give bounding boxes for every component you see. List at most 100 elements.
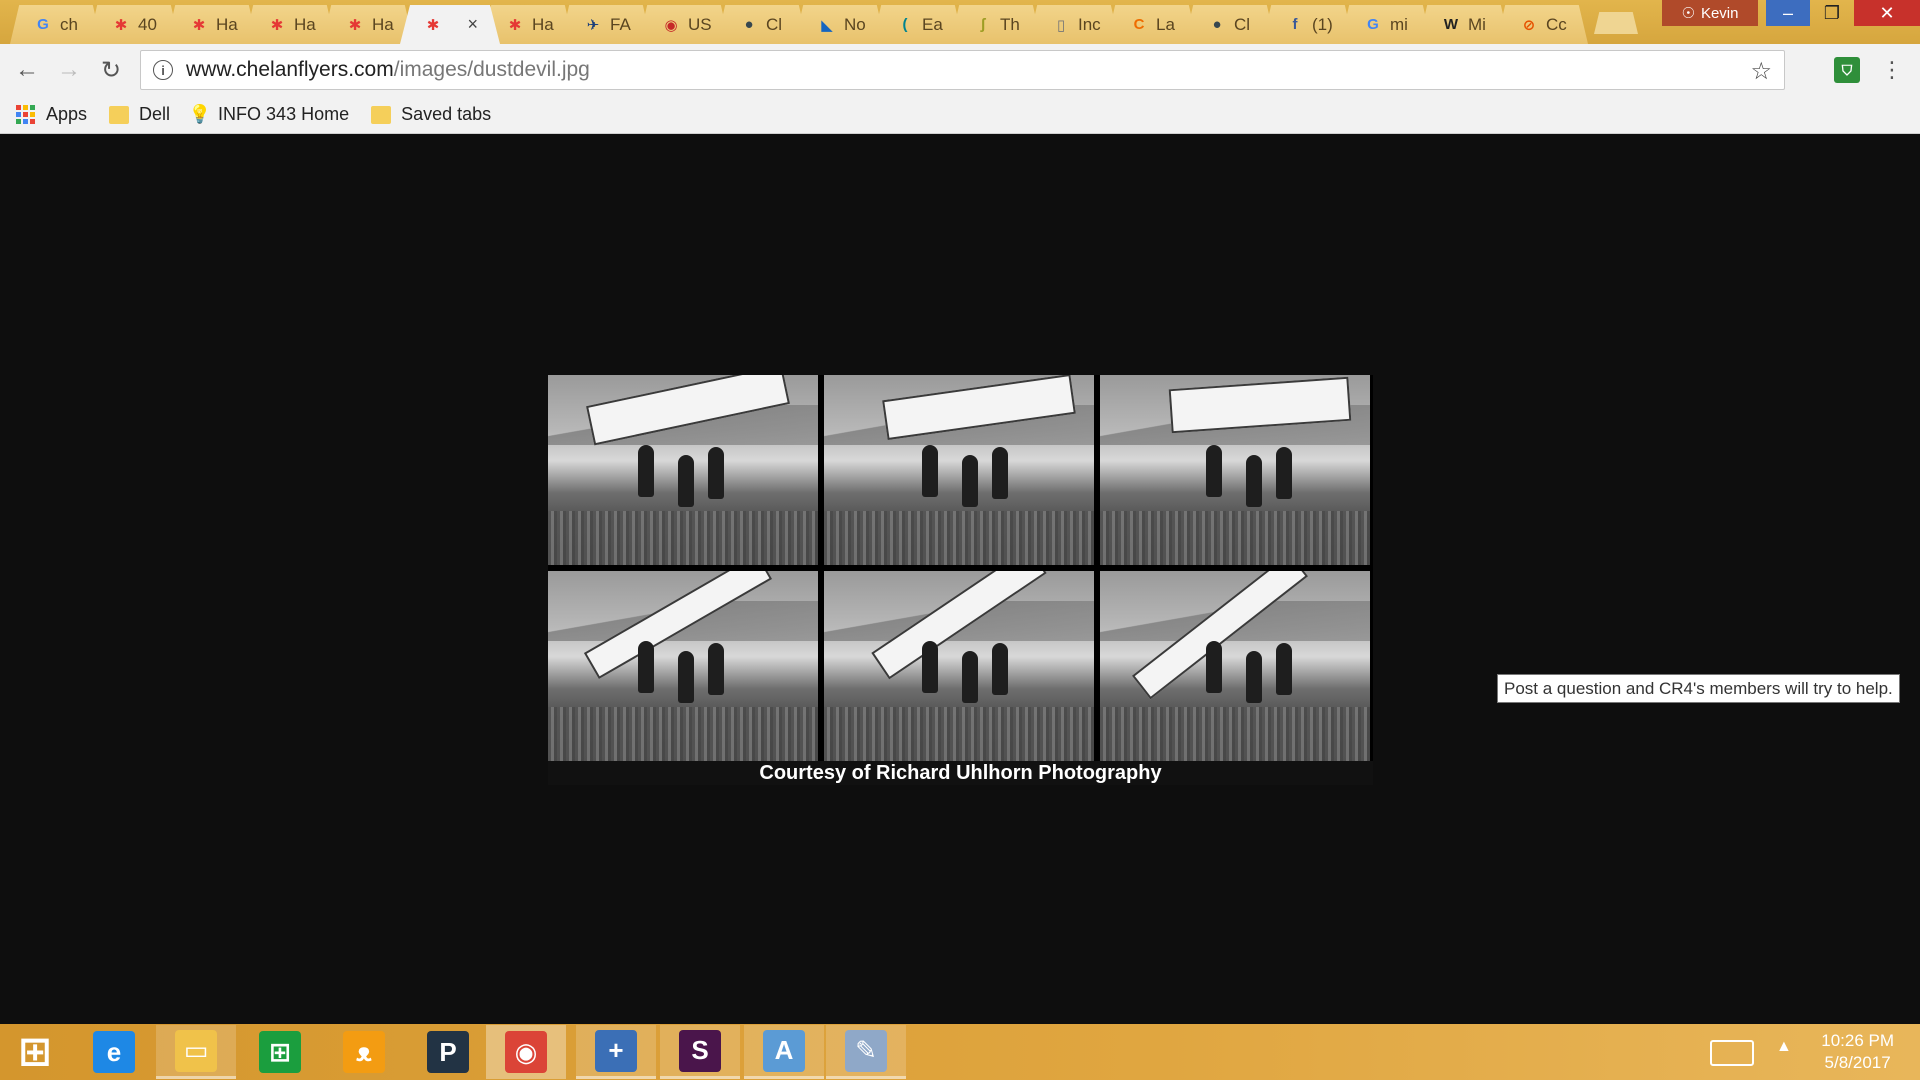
tab-title: Ha	[532, 14, 554, 34]
minimize-button[interactable]: –	[1766, 0, 1810, 26]
browser-toolbar: ← → ↻ i www.chelanflyers.com/images/dust…	[0, 44, 1920, 96]
menu-kebab-icon[interactable]: ⋮	[1880, 54, 1904, 86]
bookmarks-bar: Apps Dell 💡 INFO 343 Home Saved tabs	[0, 96, 1920, 134]
forward-button[interactable]: →	[52, 53, 86, 87]
store-icon: ⊞	[259, 1031, 301, 1073]
extension-shield-icon[interactable]: ⛉	[1834, 57, 1860, 83]
reload-button[interactable]: ↻	[94, 53, 128, 87]
browser-tab[interactable]: Gch	[10, 5, 102, 44]
browser-tab[interactable]: ▯ Inc	[1028, 5, 1120, 44]
file-explorer-icon: ▭	[175, 1029, 217, 1072]
tab-title: mi	[1390, 14, 1408, 34]
tab-favicon-icon: ✱	[426, 16, 440, 34]
browser-tab[interactable]: ⊘ Cc	[1496, 5, 1588, 44]
tab-title: (1)	[1312, 14, 1333, 34]
wordpad-icon: A	[763, 1029, 805, 1072]
bookmark-dell[interactable]: Dell	[109, 104, 170, 125]
tab-favicon-icon: ◉	[664, 16, 678, 34]
taskbar-file-explorer[interactable]: ▭	[156, 1025, 236, 1079]
tab-title: La	[1156, 14, 1175, 34]
system-clock[interactable]: 10:26 PM 5/8/2017	[1821, 1030, 1894, 1074]
photo-frame	[1100, 375, 1370, 565]
paint-icon: ✎	[845, 1029, 887, 1072]
photo-ground	[1100, 511, 1370, 565]
photo-ground	[1100, 707, 1370, 761]
taskbar-start[interactable]: ⊞	[0, 1025, 70, 1079]
tab-title: Inc	[1078, 14, 1101, 34]
tab-favicon-icon: ✱	[508, 16, 522, 34]
tooltip: Post a question and CR4's members will t…	[1497, 674, 1900, 703]
clock-time: 10:26 PM	[1821, 1031, 1894, 1050]
url-domain: www.chelanflyers.com	[186, 58, 394, 81]
browser-tab[interactable]: ● Cl	[1184, 5, 1276, 44]
apps-grid-icon	[16, 104, 36, 125]
internet-explorer-icon: e	[93, 1031, 135, 1073]
new-tab-button[interactable]	[1594, 12, 1638, 34]
taskbar-wordpad[interactable]: A	[744, 1025, 824, 1079]
browser-tab[interactable]: ◣ No	[794, 5, 886, 44]
browser-titlebar: Gch ✱ 40 ✱ Ha ✱ Ha ✱ Ha ✱ × ✱ Ha ✈ FA ◉ US ● Cl ◣ No(Ea ʃ Th ▯ I…	[0, 0, 1920, 44]
tab-title: Ha	[372, 14, 394, 34]
taskbar-internet-explorer[interactable]: e	[74, 1025, 154, 1079]
browser-tab[interactable]: f (1)	[1262, 5, 1354, 44]
browser-tab[interactable]: ✱ 40	[88, 5, 180, 44]
person-figure	[638, 641, 654, 693]
url-text[interactable]: www.chelanflyers.com/images/dustdevil.jp…	[186, 58, 590, 82]
tab-favicon-icon: G	[1367, 16, 1379, 33]
browser-tab[interactable]: ✱ Ha	[166, 5, 258, 44]
tab-favicon-icon: ⊘	[1522, 16, 1536, 34]
taskbar-scratch[interactable]: ᴥ	[324, 1025, 404, 1079]
start-icon: ⊞	[18, 1030, 52, 1074]
address-bar[interactable]: i www.chelanflyers.com/images/dustdevil.…	[140, 50, 1785, 90]
tab-favicon-icon: (	[902, 16, 908, 33]
bookmark-apps[interactable]: Apps	[16, 104, 87, 125]
photo-frame	[824, 375, 1094, 565]
browser-tab[interactable]: ✱ Ha	[322, 5, 414, 44]
browser-tab[interactable]: ✱ ×	[400, 5, 500, 44]
close-window-button[interactable]: ✕	[1854, 0, 1920, 26]
browser-tab[interactable]: W Mi	[1418, 5, 1510, 44]
photo-ground	[548, 511, 818, 565]
dust-devil-image: Courtesy of Richard Uhlhorn Photography	[548, 375, 1373, 785]
person-figure	[962, 455, 978, 507]
taskbar-pandora[interactable]: P	[408, 1025, 488, 1079]
taskbar-chrome[interactable]: ◉	[486, 1025, 566, 1079]
touch-keyboard-icon[interactable]	[1710, 1040, 1754, 1066]
tab-title: Cl	[766, 14, 783, 34]
back-button[interactable]: ←	[10, 53, 44, 87]
tab-favicon-icon: ▯	[1056, 16, 1066, 34]
site-info-icon[interactable]: i	[153, 60, 173, 80]
bookmark-star-icon[interactable]: ☆	[1750, 57, 1772, 86]
browser-tab[interactable]: ● Cl	[716, 5, 808, 44]
profile-button[interactable]: ☉ Kevin	[1662, 0, 1758, 26]
person-figure	[922, 641, 938, 693]
bookmark-info343-home[interactable]: 💡 INFO 343 Home	[189, 104, 349, 126]
bookmark-saved-tabs[interactable]: Saved tabs	[371, 104, 491, 125]
restore-button[interactable]: ❐	[1810, 0, 1854, 26]
browser-tab[interactable]: (Ea	[872, 5, 964, 44]
browser-tab[interactable]: ✱ Ha	[244, 5, 336, 44]
person-figure	[678, 455, 694, 507]
browser-tab[interactable]: C La	[1106, 5, 1198, 44]
show-hidden-icons-icon[interactable]: ▲	[1776, 1038, 1792, 1056]
folder-icon	[109, 105, 130, 124]
chrome-icon: ◉	[505, 1031, 547, 1073]
tab-close-icon[interactable]: ×	[467, 14, 478, 35]
tab-title: Cc	[1546, 14, 1567, 34]
person-figure	[1246, 455, 1262, 507]
person-figure	[1276, 643, 1292, 695]
image-caption: Courtesy of Richard Uhlhorn Photography	[548, 761, 1373, 785]
forward-arrow-icon: →	[57, 56, 81, 83]
taskbar-paint[interactable]: ✎	[826, 1025, 906, 1079]
browser-tab[interactable]: ʃ Th	[950, 5, 1042, 44]
folder-icon	[371, 105, 392, 124]
tab-favicon-icon: W	[1443, 16, 1459, 33]
browser-tab[interactable]: Gmi	[1340, 5, 1432, 44]
tab-favicon-icon: ◣	[821, 16, 833, 34]
tab-favicon-icon: ●	[744, 16, 754, 33]
taskbar-store[interactable]: ⊞	[240, 1025, 320, 1079]
browser-tab[interactable]: ◉ US	[638, 5, 730, 44]
browser-tab[interactable]: ✈ FA	[560, 5, 652, 44]
taskbar-slack[interactable]: S	[660, 1025, 740, 1079]
taskbar-tableau[interactable]: +	[576, 1025, 656, 1079]
